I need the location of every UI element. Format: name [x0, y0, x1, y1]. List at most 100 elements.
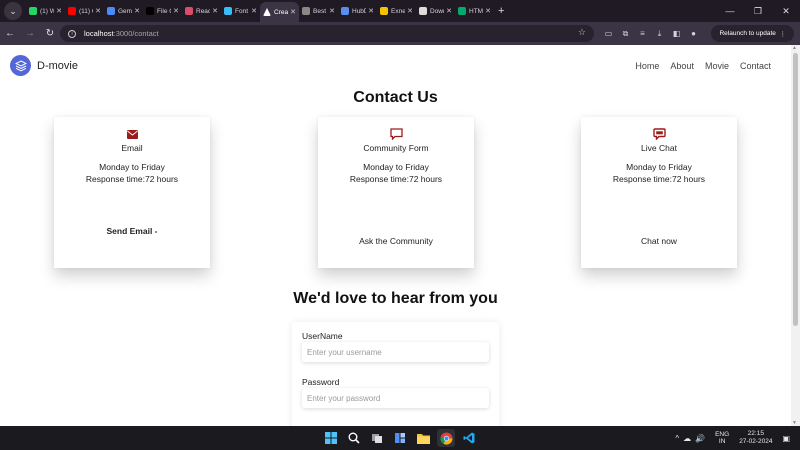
clock-date: 27-02-2024 — [739, 438, 773, 445]
browser-tab[interactable]: Down✕ — [416, 2, 455, 20]
email-card: Email Monday to Friday Response time:72 … — [54, 117, 210, 268]
tab-close-icon[interactable]: ✕ — [173, 7, 179, 15]
tab-title: (11) C — [79, 7, 93, 15]
widgets-icon[interactable] — [391, 429, 409, 447]
hub-icon — [341, 7, 349, 15]
card-response-time: Response time:72 hours — [85, 174, 179, 184]
nav-contact-link[interactable]: Contact — [740, 61, 771, 71]
tab-title: Down — [430, 7, 444, 15]
windows-start-icon[interactable] — [322, 429, 340, 447]
browser-tab[interactable]: HTML✕ — [455, 2, 494, 20]
browser-tab[interactable]: (1) Wh✕ — [26, 2, 65, 20]
tab-title: Font W — [235, 7, 249, 15]
nav-movie-link[interactable]: Movie — [705, 61, 729, 71]
clock-time: 22:15 — [747, 430, 764, 437]
page-viewport: D-movie Home About Movie Contact Contact… — [0, 45, 791, 426]
cloud-icon[interactable]: ☁ — [683, 434, 691, 443]
chrome-icon[interactable] — [437, 429, 455, 447]
contact-heading: Contact Us — [353, 89, 438, 106]
form-heading: We'd love to hear from you — [293, 290, 498, 307]
system-tray: ^ ☁ 🔊 ENG IN 22:15 27-02-2024 ▣ — [675, 426, 794, 450]
browser-tab-strip: ⌄ (1) Wh✕(11) C✕Gemin✕File Co✕React✕Font… — [0, 0, 800, 22]
ask-community-link[interactable]: Ask the Community — [318, 236, 474, 246]
browser-tab[interactable]: Best B✕ — [299, 2, 338, 20]
tab-title: File Co — [157, 7, 171, 15]
extensions-icon[interactable]: ⧉ — [617, 29, 634, 39]
vscode-icon[interactable] — [460, 429, 478, 447]
address-bar[interactable]: i localhost:3000/contact ☆ — [60, 25, 594, 42]
tab-title: Exnes — [391, 7, 406, 15]
close-window-icon[interactable]: ✕ — [772, 6, 800, 17]
chevron-up-icon[interactable]: ^ — [675, 434, 679, 443]
tab-close-icon[interactable]: ✕ — [485, 7, 491, 15]
clock[interactable]: 22:15 27-02-2024 — [739, 430, 772, 446]
file-explorer-icon[interactable] — [414, 429, 432, 447]
password-input[interactable] — [302, 388, 489, 408]
minimize-icon[interactable]: — — [716, 6, 744, 16]
side-panel-icon[interactable]: ◧ — [668, 29, 685, 38]
reload-icon[interactable]: ↻ — [40, 28, 60, 39]
page-scrollbar[interactable]: ▲ ▼ — [791, 45, 800, 426]
nav-home-link[interactable]: Home — [635, 61, 659, 71]
search-icon[interactable] — [345, 429, 363, 447]
download-icon[interactable]: ⤓ — [651, 29, 668, 39]
tab-close-icon[interactable]: ✕ — [95, 7, 101, 15]
browser-tab[interactable]: Font W✕ — [221, 2, 260, 20]
chat-bubble-icon — [389, 127, 403, 141]
card-hours: Monday to Friday — [99, 162, 165, 172]
tab-close-icon[interactable]: ✕ — [290, 8, 296, 16]
nav-about-link[interactable]: About — [670, 61, 694, 71]
logo-layers-icon[interactable] — [10, 55, 31, 76]
scrollbar-thumb[interactable] — [793, 53, 798, 326]
site-info-icon[interactable]: i — [68, 29, 76, 38]
browser-tab[interactable]: Gemin✕ — [104, 2, 143, 20]
relaunch-label: Relaunch to update — [719, 30, 776, 37]
w3schools-icon — [458, 7, 466, 15]
forward-icon[interactable]: → — [20, 28, 40, 39]
tab-close-icon[interactable]: ✕ — [251, 7, 257, 15]
cast-icon[interactable]: ▭ — [600, 29, 617, 38]
url-host: localhost — [84, 29, 114, 38]
tab-close-icon[interactable]: ✕ — [368, 7, 374, 15]
browser-tab[interactable]: (11) C✕ — [65, 2, 104, 20]
tab-list: (1) Wh✕(11) C✕Gemin✕File Co✕React✕Font W… — [26, 0, 494, 22]
globe-icon — [302, 7, 310, 15]
username-input[interactable] — [302, 342, 489, 362]
tab-close-icon[interactable]: ✕ — [329, 7, 335, 15]
url-path: :3000/contact — [113, 29, 159, 38]
tab-close-icon[interactable]: ✕ — [56, 7, 62, 15]
reading-list-icon[interactable]: ≡ — [634, 29, 651, 38]
bookmark-star-icon[interactable]: ☆ — [578, 27, 586, 38]
browser-tab[interactable]: React✕ — [182, 2, 221, 20]
card-title: Email — [121, 143, 143, 153]
windows-taskbar: ^ ☁ 🔊 ENG IN 22:15 27-02-2024 ▣ — [0, 426, 800, 450]
chat-now-link[interactable]: Chat now — [581, 236, 737, 246]
browser-tab[interactable]: Exnes✕ — [377, 2, 416, 20]
tab-close-icon[interactable]: ✕ — [446, 7, 452, 15]
speaker-icon[interactable]: 🔊 — [695, 434, 705, 443]
language-code: ENG — [715, 431, 730, 438]
browser-tab[interactable]: File Co✕ — [143, 2, 182, 20]
tab-close-icon[interactable]: ✕ — [134, 7, 140, 15]
tab-title: Best B — [313, 7, 327, 15]
tab-title: Creat — [274, 8, 289, 16]
back-icon[interactable]: ← — [0, 28, 20, 39]
tab-close-icon[interactable]: ✕ — [407, 7, 413, 15]
restore-icon[interactable]: ❐ — [744, 6, 772, 17]
taskbar-apps — [322, 429, 478, 447]
exness-icon — [380, 7, 388, 15]
scroll-up-icon[interactable]: ▲ — [792, 45, 797, 51]
brand-name[interactable]: D-movie — [37, 60, 78, 72]
profile-avatar-icon[interactable]: ● — [685, 29, 702, 38]
notification-icon[interactable]: ▣ — [782, 434, 790, 443]
new-tab-icon[interactable]: + — [498, 5, 504, 17]
language-indicator[interactable]: ENG IN — [715, 431, 729, 445]
live-chat-card: Live Chat Monday to Friday Response time… — [581, 117, 737, 268]
tab-search-icon[interactable]: ⌄ — [4, 2, 22, 20]
tab-close-icon[interactable]: ✕ — [212, 7, 218, 15]
browser-tab[interactable]: HubD✕ — [338, 2, 377, 20]
relaunch-button[interactable]: Relaunch to update ⋮ — [711, 25, 794, 42]
send-email-link[interactable]: Send Email - — [54, 226, 210, 236]
task-view-icon[interactable] — [368, 429, 386, 447]
browser-tab[interactable]: Creat✕ — [260, 2, 299, 22]
